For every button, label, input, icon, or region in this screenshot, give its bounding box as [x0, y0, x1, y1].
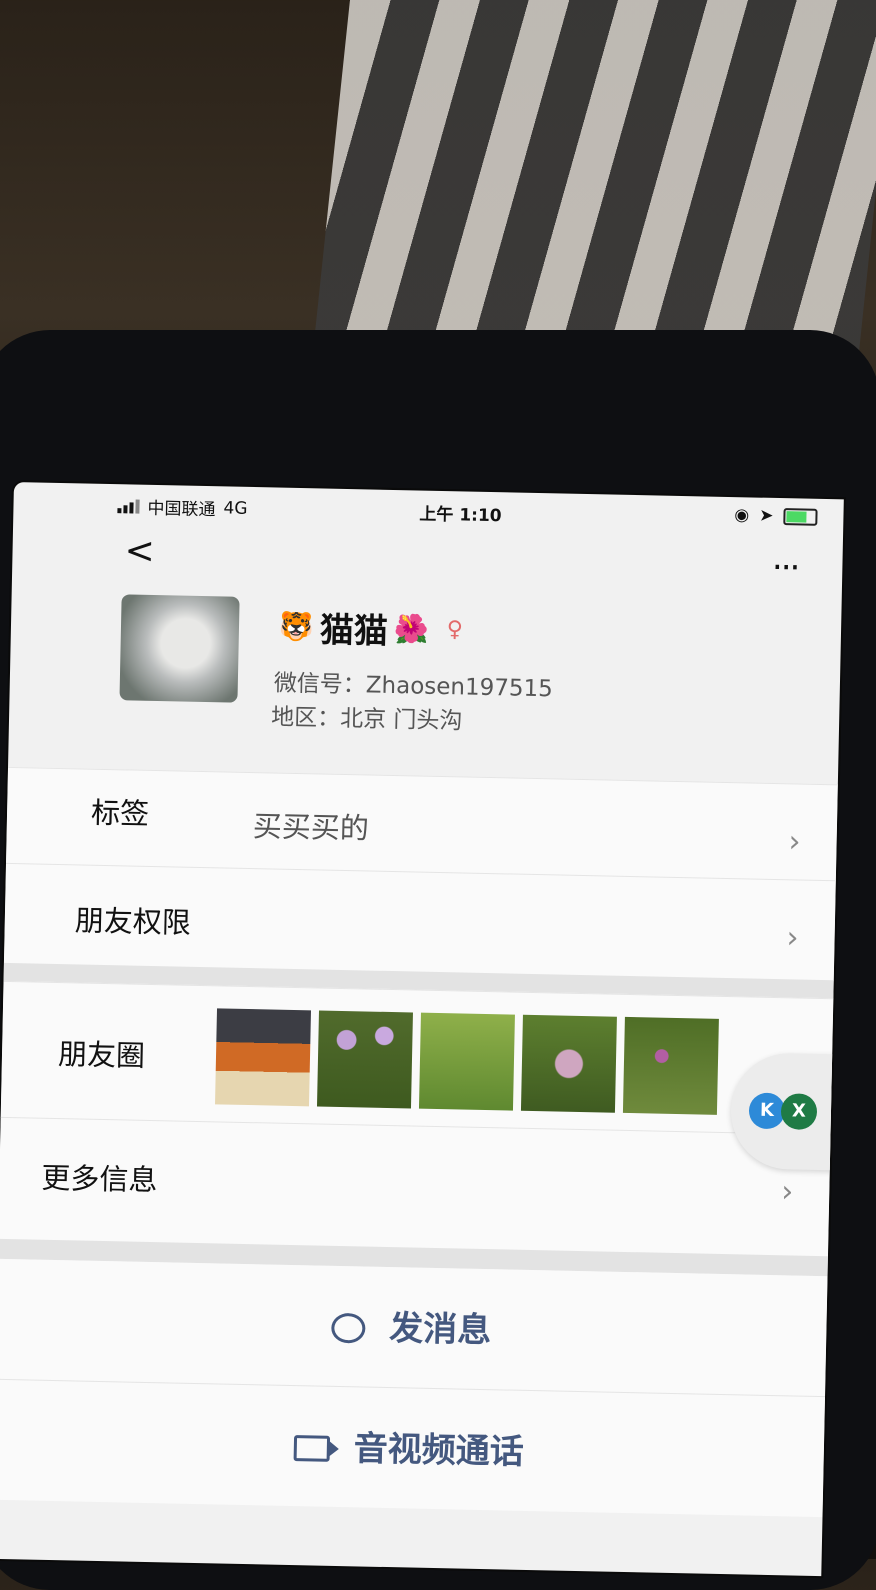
flower-emoji: 🌺: [393, 611, 430, 646]
status-left: 中国联通 4G: [117, 493, 248, 521]
gender-icon: ♀: [446, 617, 464, 643]
video-call-label: 音视频通话: [353, 1428, 525, 1473]
more-info-label: 更多信息: [41, 1160, 158, 1198]
profile-header: 🐯 猫猫 🌺 ♀ 微信号：Zhaosen197515 地区：北京 门头沟: [119, 594, 821, 734]
network-type: 4G: [223, 497, 248, 519]
phone-screen: 中国联通 4G 上午 1:10 ◉ ➤ < ... 🐯 猫猫 🌺 ♀ 微信号：Z…: [0, 482, 844, 1577]
chevron-right-icon: ›: [786, 920, 799, 956]
tags-value: 买买买的: [252, 809, 370, 846]
permission-label: 朋友权限: [74, 903, 192, 940]
row-more-info[interactable]: 更多信息 ›: [0, 1116, 831, 1258]
excel-icon[interactable]: X: [780, 1093, 818, 1130]
row-moments[interactable]: 朋友圈: [0, 980, 834, 1136]
more-button[interactable]: ...: [772, 538, 799, 579]
location-icon: ➤: [759, 505, 774, 526]
display-name: 猫猫: [319, 610, 389, 652]
moments-photo: [520, 1014, 617, 1113]
moments-photo: [418, 1012, 515, 1111]
chat-bubble-icon: [331, 1312, 366, 1344]
moments-photo: [215, 1008, 312, 1107]
signal-icon: [117, 499, 140, 514]
tiger-emoji: 🐯: [278, 609, 315, 644]
status-right: ◉ ➤: [734, 505, 818, 527]
moments-photo: [622, 1016, 719, 1115]
avatar[interactable]: [119, 594, 240, 703]
send-message-label: 发消息: [388, 1308, 492, 1351]
battery-icon: [783, 507, 818, 526]
back-button[interactable]: <: [124, 530, 155, 572]
chevron-right-icon: ›: [780, 1174, 794, 1210]
app-k-icon[interactable]: K: [748, 1092, 786, 1130]
moments-label: 朋友圈: [57, 1037, 146, 1073]
row-tags[interactable]: 标签 买买买的 ›: [5, 766, 838, 882]
moments-thumbnails: [215, 1008, 719, 1115]
carrier-name: 中国联通: [147, 498, 216, 521]
lock-rotation-icon: ◉: [734, 505, 750, 526]
send-message-button[interactable]: 发消息: [0, 1258, 828, 1397]
name-row: 🐯 猫猫 🌺 ♀: [279, 602, 464, 655]
video-call-button[interactable]: 音视频通话: [0, 1378, 826, 1518]
wechat-id: 微信号：Zhaosen197515: [273, 670, 554, 703]
region: 地区：北京 门头沟: [270, 704, 463, 735]
video-camera-icon: [293, 1434, 331, 1462]
background-cloth: [310, 0, 876, 380]
moments-photo: [316, 1010, 413, 1109]
row-friend-permissions[interactable]: 朋友权限 ›: [3, 862, 836, 982]
tags-label: 标签: [90, 795, 150, 831]
status-time: 上午 1:10: [419, 504, 502, 527]
chevron-right-icon: ›: [788, 824, 801, 860]
